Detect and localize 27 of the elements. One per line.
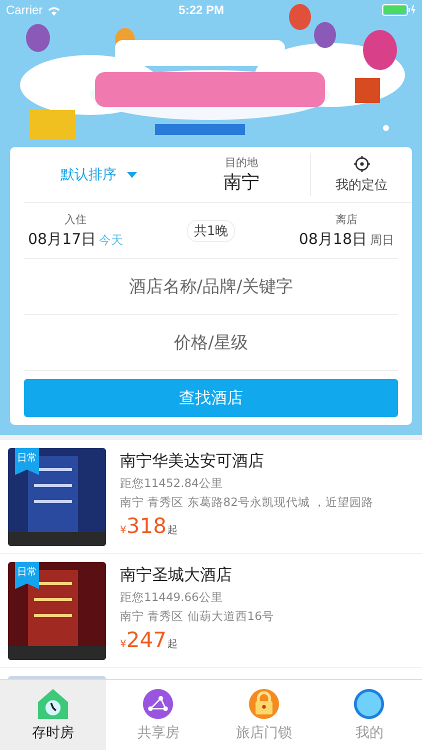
destination-label: 目的地 (225, 155, 258, 170)
share-icon (142, 688, 174, 720)
destination-city[interactable]: 南宁 (224, 170, 260, 194)
caret-icon (126, 172, 136, 178)
tab-item[interactable]: 存时房 (0, 680, 106, 750)
wifi-icon (46, 4, 61, 16)
hotel-address: 南宁 青秀区 仙葫大道西16号 (120, 609, 274, 624)
hotel-price: ¥247 起 (120, 628, 178, 652)
nights-count: 共1晚 (186, 220, 236, 242)
battery-icon (382, 4, 416, 16)
checkin-date[interactable]: 入住 08月17日 今天 (24, 212, 128, 249)
lock-icon (248, 688, 280, 720)
hotel-address: 南宁 青秀区 东葛路82号永凯现代城 ，近望园路 (120, 495, 374, 510)
hotel-distance: 距您11449.66公里 (120, 590, 224, 605)
house-clock-icon (36, 688, 69, 720)
checkout-date[interactable]: 离店 08月18日 周日 (294, 212, 398, 249)
locate-button[interactable]: 我的定位 (310, 153, 412, 196)
status-time: 5:22 PM (178, 3, 226, 17)
hotel-price: ¥318 起 (120, 514, 178, 538)
locate-icon (354, 156, 370, 172)
carrier-name: Carrier (6, 3, 43, 17)
category-ribbon: 日常 (15, 562, 39, 589)
avatar-icon (353, 688, 386, 720)
hotel-name[interactable]: 南宁圣城大酒店 (120, 565, 274, 586)
hotel-name[interactable]: 南宁华美达安可酒店 (120, 451, 374, 472)
hotel-distance: 距您11452.84公里 (120, 476, 224, 491)
category-ribbon: 日常 (15, 448, 39, 475)
